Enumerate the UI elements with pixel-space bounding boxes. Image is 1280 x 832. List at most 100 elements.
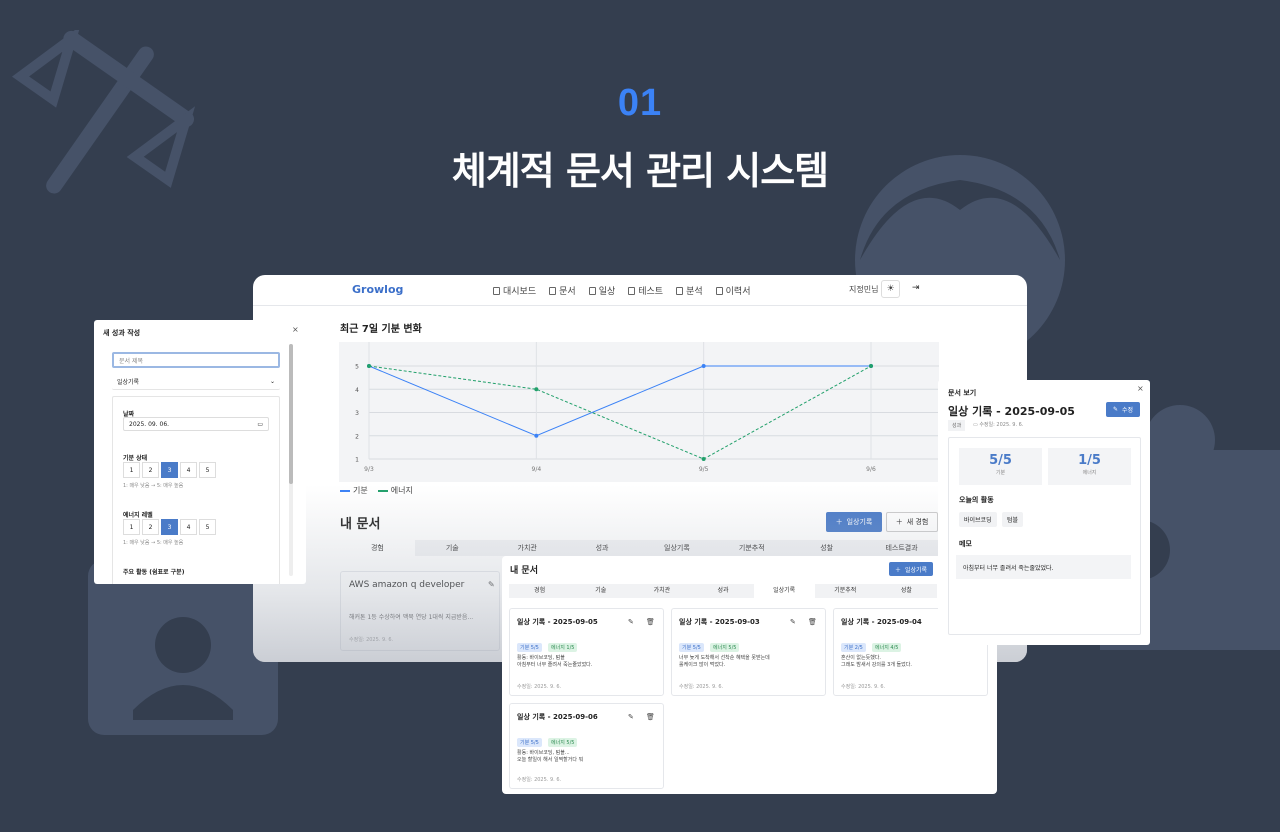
nav-documents[interactable]: 문서 (549, 284, 576, 297)
energy-badge: 에너지 4/5 (872, 643, 902, 652)
mood-option[interactable]: 3 (161, 462, 178, 478)
trash-icon[interactable]: 🗑 (646, 618, 655, 626)
trash-icon[interactable]: 🗑 (808, 618, 817, 626)
x-tick-label: 9/4 (532, 466, 542, 473)
energy-option[interactable]: 1 (123, 519, 140, 535)
energy-hint: 1: 매우 낮음 → 5: 매우 높음 (123, 540, 184, 546)
mood-option[interactable]: 4 (180, 462, 197, 478)
card-line: 오늘 할일이 해서 일찍할거다 뭐 (517, 757, 584, 763)
trash-icon[interactable]: 🗑 (646, 713, 655, 721)
card-title: AWS amazon q developer (349, 580, 465, 590)
x-tick-label: 9/5 (699, 466, 709, 473)
date-input[interactable]: 2025. 09. 06. ▭ (123, 417, 269, 431)
edit-button[interactable]: ✎ 수정 (1106, 402, 1140, 417)
tab-skill[interactable]: 기술 (415, 540, 490, 556)
hero-title: 체계적 문서 관리 시스템 (451, 149, 829, 193)
theme-toggle-button[interactable]: ☀ (881, 280, 900, 298)
home-icon (493, 286, 500, 295)
user-name: 지정민님 (849, 285, 879, 294)
card-line: 그래도 밤새서 강의를 3개 들었다. (841, 662, 912, 668)
tab-reflection[interactable]: 성찰 (876, 584, 937, 598)
modal-title: 새 성과 작성 (103, 329, 141, 337)
close-icon[interactable]: × (292, 325, 299, 334)
energy-label: 에너지 레벨 (123, 512, 153, 519)
daily-card[interactable]: 일상 기록 - 2025-09-06 ✎ 🗑 기분 5/5 에너지 5/5 활동… (509, 703, 664, 789)
pencil-icon[interactable]: ✎ (628, 618, 634, 626)
card-date: 수정일: 2025. 9. 6. (679, 684, 724, 690)
mood-stat-label: 기분 (995, 470, 1006, 476)
mood-badge: 기분 2/5 (841, 643, 866, 652)
energy-option[interactable]: 2 (142, 519, 159, 535)
clipboard-icon (628, 286, 636, 295)
tab-experience[interactable]: 경험 (340, 540, 415, 556)
tab-skill[interactable]: 기술 (570, 584, 631, 598)
nav-daily[interactable]: 일상 (588, 284, 615, 297)
documents-title: 내 문서 (340, 517, 381, 532)
activity-chip: 텀블 (1002, 512, 1024, 527)
nav-dashboard[interactable]: 대시보드 (493, 284, 536, 297)
pencil-icon: ✎ (1112, 406, 1118, 413)
title-input[interactable]: 문서 제목 (112, 352, 280, 368)
mood-option[interactable]: 5 (199, 462, 216, 478)
modified-date: ▭ 수정일: 2025. 9. 6. (973, 422, 1024, 428)
tab-reflection[interactable]: 성찰 (789, 540, 864, 556)
close-icon[interactable]: × (1137, 384, 1144, 393)
document-card[interactable]: AWS amazon q developer ✎ 해커톤 1등 수상하여 맥북 … (340, 571, 500, 651)
scrollbar-thumb[interactable] (289, 344, 293, 484)
energy-option[interactable]: 5 (199, 519, 216, 535)
mood-stat: 5/5 기분 (959, 448, 1042, 485)
mood-option[interactable]: 2 (142, 462, 159, 478)
memo-text: 아침부터 너무 졸려서 죽는줄았었다. (956, 555, 1131, 579)
card-text: 해커톤 1등 수상하여 맥북 연당 1대씩 지급받음... (349, 614, 474, 621)
tab-values[interactable]: 가치관 (490, 540, 565, 556)
memo-title: 메모 (959, 540, 972, 548)
nav-analysis[interactable]: 분석 (676, 284, 703, 297)
plus-icon: ＋ (894, 566, 901, 574)
activity-title: 오늘의 활동 (959, 496, 994, 504)
energy-option[interactable]: 3 (161, 519, 178, 535)
pencil-icon[interactable]: ✎ (790, 618, 796, 626)
plus-icon: ＋ (895, 518, 903, 526)
new-experience-button[interactable]: ＋ 새 경험 (886, 512, 938, 532)
card-date: 수정일: 2025. 9. 6. (517, 684, 562, 690)
energy-value: 1/5 (1078, 453, 1101, 468)
section-number: 01 (617, 82, 663, 124)
daily-card[interactable]: 일상 기록 - 2025-09-05 ✎ 🗑 기분 5/5 에너지 1/5 활동… (509, 608, 664, 696)
card-line: 아침부터 너무 졸려서 죽는줄았었다. (517, 662, 593, 668)
y-tick-label: 1 (355, 457, 359, 464)
energy-stat: 1/5 에너지 (1048, 448, 1131, 485)
nav-test[interactable]: 테스트 (628, 284, 663, 297)
brand-logo[interactable]: Growlog (352, 283, 403, 296)
tab-achievement[interactable]: 성과 (565, 540, 640, 556)
pencil-icon[interactable]: ✎ (628, 713, 634, 721)
data-point (534, 433, 539, 438)
tab-achievement[interactable]: 성과 (692, 584, 753, 598)
energy-option[interactable]: 4 (180, 519, 197, 535)
energy-badge: 에너지 1/5 (548, 643, 578, 652)
tab-test-result[interactable]: 테스트결과 (864, 540, 939, 556)
tab-daily[interactable]: 일상기록 (753, 584, 815, 598)
card-line: 롤케이크 많이 먹었다. (679, 662, 726, 668)
card-date: 수정일: 2025. 9. 6. (517, 777, 562, 783)
daily-card[interactable]: 일상 기록 - 2025-09-03 ✎ 🗑 기분 5/5 에너지 5/5 너무… (671, 608, 826, 696)
tab-mood[interactable]: 기분추적 (815, 584, 876, 598)
tab-values[interactable]: 가치관 (631, 584, 692, 598)
tab-daily[interactable]: 일상기록 (640, 540, 715, 556)
daily-record-button[interactable]: ＋ 일상기록 (889, 562, 933, 576)
main-nav: 대시보드 문서 일상 테스트 분석 이력서 (493, 284, 751, 297)
data-point (534, 387, 539, 392)
daily-record-button[interactable]: ＋ 일상기록 (826, 512, 882, 532)
tab-mood[interactable]: 기분추적 (714, 540, 789, 556)
mood-option[interactable]: 1 (123, 462, 140, 478)
logout-icon[interactable]: ⇥ (912, 283, 920, 293)
mood-badge: 기분 5/5 (517, 738, 542, 747)
pencil-icon[interactable]: ✎ (488, 580, 495, 589)
view-document-modal: 문서 보기 × 일상 기록 - 2025-09-05 ✎ 수정 성과 ▭ 수정일:… (938, 380, 1150, 645)
calendar-icon: ▭ (973, 422, 978, 428)
badge-decoration-icon (88, 560, 278, 735)
category-select[interactable]: 일상기록 ⌄ (112, 374, 280, 390)
modal-scrollbar[interactable] (289, 344, 293, 576)
tab-experience[interactable]: 경험 (509, 584, 570, 598)
nav-resume[interactable]: 이력서 (715, 284, 751, 297)
data-point (701, 457, 706, 461)
